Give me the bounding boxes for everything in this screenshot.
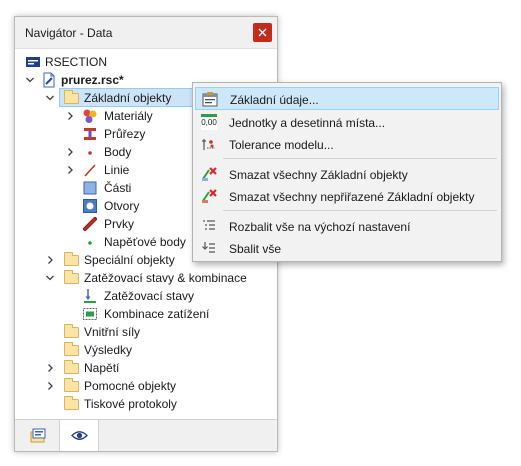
delete-unassigned-icon (202, 189, 217, 203)
chevron-down-icon[interactable] (45, 92, 55, 104)
folder-icon (64, 342, 79, 356)
folder-icon (64, 360, 79, 374)
tree-label: Průřezy (104, 127, 146, 141)
chevron-right-icon[interactable] (65, 164, 75, 176)
menu-item-label: Smazat všechny Základní objekty (229, 168, 408, 182)
materials-icon (83, 109, 97, 123)
menu-item-label: Jednotky a desetinná místa... (229, 116, 386, 130)
tab-data[interactable] (15, 420, 59, 451)
tree-label: Napětí (84, 361, 120, 375)
tree-item-internal-forces[interactable]: Vnitřní síly (15, 323, 277, 341)
tree-label: Zatěžovací stavy & kombinace (84, 271, 247, 285)
line-icon (84, 164, 96, 177)
tree-label: Výsledky (84, 343, 133, 357)
navigator-titlebar[interactable]: Navigátor - Data (15, 17, 277, 49)
chevron-right-icon[interactable] (45, 254, 55, 266)
tree-label: Kombinace zatížení (104, 307, 210, 321)
menu-item-label: Sbalit vše (229, 242, 282, 256)
tree-label: prurez.rsc* (61, 73, 124, 87)
menu-item-label: Rozbalit vše na výchozí nastavení (229, 220, 411, 234)
tree-label: Vnitřní síly (84, 325, 141, 339)
tree-label: Napěťové body (104, 235, 186, 249)
opening-icon (83, 199, 97, 213)
tree-label: Části (104, 181, 132, 195)
chevron-right-icon[interactable] (45, 362, 55, 374)
delete-objects-icon (202, 167, 217, 181)
folder-icon (64, 90, 79, 104)
folder-icon (64, 396, 79, 410)
tree-item-guide-objects[interactable]: Pomocné objekty (15, 377, 277, 395)
stress-point-icon (88, 241, 92, 245)
tree-item-load-combinations[interactable]: Kombinace zatížení (15, 305, 277, 323)
menu-item-units[interactable]: 0,00 Jednotky a desetinná místa... (195, 111, 499, 134)
folder-icon (64, 378, 79, 392)
menu-separator (223, 210, 497, 211)
menu-item-delete-all[interactable]: Smazat všechny Základní objekty (195, 163, 499, 186)
menu-item-label: Tolerance modelu... (229, 138, 334, 152)
tree-label: Zatěžovací stavy (104, 289, 195, 303)
tree-label: Základní objekty (84, 91, 172, 105)
menu-item-collapse-all[interactable]: Sbalit vše (195, 237, 499, 260)
eye-icon (71, 431, 88, 440)
tree-item-rsection[interactable]: RSECTION (15, 53, 277, 71)
tree-item-load-cases-combinations[interactable]: Zatěžovací stavy & kombinace (15, 269, 277, 287)
model-file-icon (43, 72, 55, 88)
tab-view[interactable] (59, 420, 99, 451)
tolerance-icon (202, 139, 215, 150)
basic-data-icon (202, 92, 218, 107)
chevron-right-icon[interactable] (65, 146, 75, 158)
navigator-title: Navigátor - Data (25, 26, 113, 40)
section-icon (84, 128, 96, 140)
menu-item-delete-unassigned[interactable]: Smazat všechny nepřiřazené Základní obje… (195, 185, 499, 208)
tree-label: Prvky (104, 217, 134, 231)
part-icon (83, 181, 97, 195)
element-icon (83, 217, 97, 231)
load-combination-icon (83, 308, 97, 320)
tree-label: Tiskové protokoly (84, 397, 177, 411)
load-case-icon (84, 289, 96, 303)
navigator-tab-bar (15, 419, 277, 451)
collapse-tree-icon (202, 242, 215, 253)
menu-item-basic-data[interactable]: Základní údaje... (195, 87, 499, 110)
tree-item-results[interactable]: Výsledky (15, 341, 277, 359)
tree-label: Otvory (104, 199, 140, 213)
close-icon (258, 28, 267, 37)
tree-item-stresses[interactable]: Napětí (15, 359, 277, 377)
tree-label: Pomocné objekty (84, 379, 177, 393)
data-tab-icon (30, 428, 46, 443)
tree-label: Body (104, 145, 132, 159)
menu-item-tolerance[interactable]: Tolerance modelu... (195, 133, 499, 156)
tree-label: Speciální objekty (84, 253, 175, 267)
tree-item-load-cases[interactable]: Zatěžovací stavy (15, 287, 277, 305)
chevron-down-icon[interactable] (45, 272, 55, 284)
units-decimals-icon: 0,00 (201, 114, 217, 130)
tree-label: Linie (104, 163, 130, 177)
folder-icon (64, 324, 79, 338)
folder-icon (64, 252, 79, 266)
menu-item-label: Základní údaje... (230, 93, 319, 107)
point-icon (88, 151, 92, 155)
menu-item-expand-default[interactable]: Rozbalit vše na výchozí nastavení (195, 215, 499, 238)
expand-tree-icon (203, 220, 215, 230)
folder-icon (64, 270, 79, 284)
chevron-right-icon[interactable] (65, 110, 75, 122)
tree-label: RSECTION (45, 55, 108, 69)
tree-label: Materiály (104, 109, 153, 123)
menu-separator (223, 158, 497, 159)
rsection-logo-icon (26, 57, 40, 67)
close-button[interactable] (253, 23, 272, 42)
context-menu: Základní údaje... 0,00 Jednotky a deseti… (192, 82, 502, 262)
chevron-right-icon[interactable] (45, 380, 55, 392)
tree-item-printouts[interactable]: Tiskové protokoly (15, 395, 277, 413)
chevron-down-icon[interactable] (25, 74, 35, 86)
menu-item-label: Smazat všechny nepřiřazené Základní obje… (229, 190, 475, 204)
